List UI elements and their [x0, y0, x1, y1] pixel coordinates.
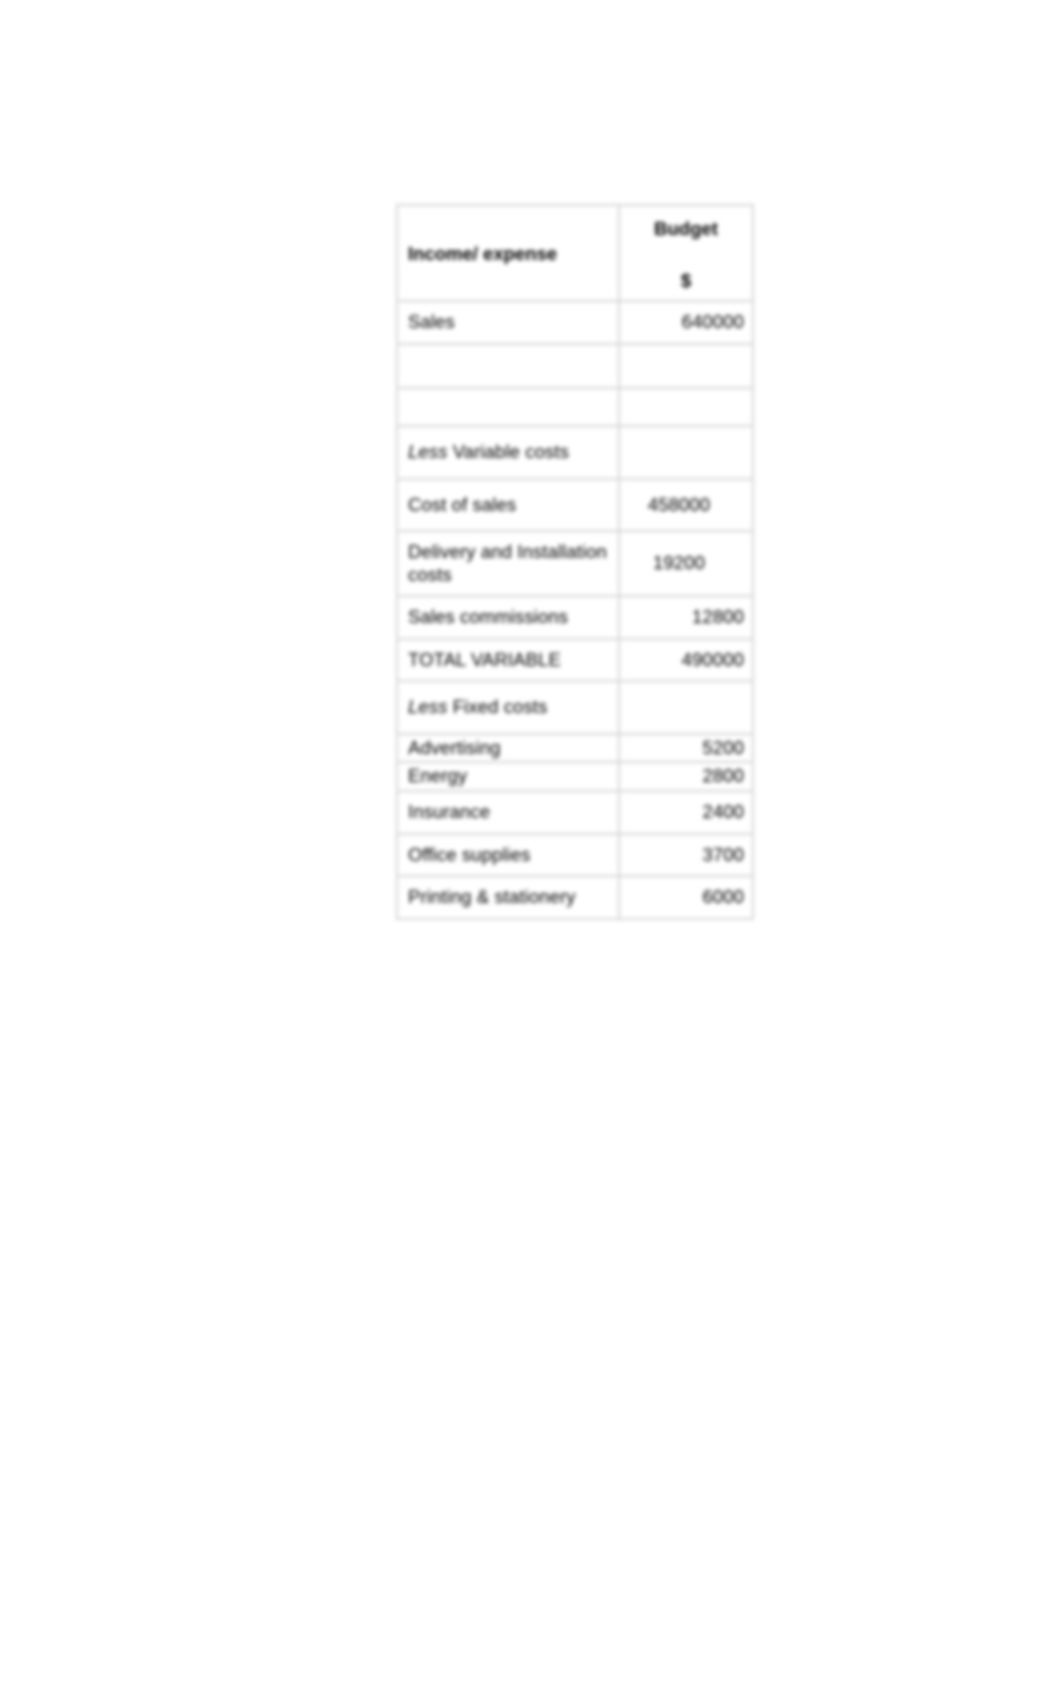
row-label-text: Printing & stationery	[408, 886, 576, 908]
row-value-text	[620, 404, 752, 410]
row-label-text: Energy	[408, 765, 468, 787]
row-value-cell: 640000	[618, 300, 754, 345]
table-row: Office supplies 3700	[396, 832, 754, 878]
row-value-cell	[618, 342, 754, 389]
budget-table-head: Income/ expense Budget $	[396, 203, 754, 303]
row-value-cell: 19200	[618, 530, 754, 598]
row-label-text: TOTAL VARIABLE	[408, 648, 561, 670]
row-value-text: 19200	[653, 552, 705, 574]
row-label-text: Office supplies	[408, 843, 531, 865]
row-value-text: 2800	[702, 765, 744, 787]
row-label-cell: Sales commissions	[396, 595, 620, 640]
row-label-text: Less Variable costs	[398, 427, 618, 478]
table-row: Sales 640000	[396, 300, 754, 345]
header-budget-group: Budget $	[620, 206, 752, 300]
row-value-cell: 3700	[618, 832, 754, 878]
row-label-text: Cost of sales	[408, 493, 517, 515]
row-label-cell	[396, 342, 620, 389]
row-label-text: Less Fixed costs	[398, 682, 618, 733]
row-value-cell: 2400	[618, 790, 754, 835]
row-label-main: Fixed costs	[452, 696, 548, 718]
row-label-cell: Sales	[396, 300, 620, 345]
row-value-cell	[618, 680, 754, 735]
row-label-lead-italic: Less	[408, 696, 448, 718]
row-label-text: Advertising	[408, 736, 501, 758]
row-label-cell: Printing & stationery	[396, 875, 620, 920]
budget-table: Income/ expense Budget $ Sales 640000 Less…	[396, 203, 754, 920]
table-row: Energy 2800	[396, 761, 754, 792]
row-value-text: 640000	[681, 311, 744, 333]
row-label-cell	[396, 386, 620, 427]
row-value-text: 5200	[702, 736, 744, 758]
table-row: Delivery and Installation costs 19200	[396, 530, 754, 598]
row-value-text: 3700	[702, 843, 744, 865]
row-label-cell: Energy	[396, 761, 620, 792]
table-row: Advertising 5200	[396, 732, 754, 764]
row-value-cell: 12800	[618, 595, 754, 640]
row-label-text: Sales commissions	[408, 606, 569, 628]
row-label-cell: TOTAL VARIABLE	[396, 637, 620, 683]
row-label-cell: Delivery and Installation costs	[396, 530, 620, 598]
row-label-text	[398, 363, 618, 369]
row-label-text: Insurance	[408, 801, 491, 822]
row-label-text: Sales	[408, 311, 455, 333]
table-row: Insurance 2400	[396, 790, 754, 835]
row-value-cell	[618, 424, 754, 480]
table-row	[396, 386, 754, 427]
table-row: Cost of sales 458000	[396, 477, 754, 533]
row-label-lead-italic: Less	[408, 440, 448, 462]
header-cell-income-expense: Income/ expense	[396, 203, 620, 303]
row-value-text: 490000	[681, 648, 744, 670]
row-value-text: 6000	[702, 886, 744, 908]
row-label-cell: Office supplies	[396, 832, 620, 878]
header-label-currency-unit: $	[680, 270, 692, 292]
row-label-cell: Advertising	[396, 732, 620, 764]
row-value-text	[620, 363, 752, 369]
row-value-cell: 2800	[618, 761, 754, 792]
row-value-cell: 490000	[618, 637, 754, 683]
table-header-row: Income/ expense Budget $	[396, 203, 754, 303]
row-value-text: 12800	[692, 606, 744, 628]
document-page: Income/ expense Budget $ Sales 640000 Less…	[0, 0, 1062, 1686]
row-label-cell: Insurance	[396, 790, 620, 835]
row-label-main: Variable costs	[452, 440, 569, 462]
budget-table-body: Sales 640000 Less Variable costs Cost of sa…	[396, 300, 754, 920]
row-value-cell	[618, 386, 754, 427]
row-value-cell: 5200	[618, 732, 754, 764]
row-value-text: 458000	[647, 493, 711, 515]
table-row: Sales commissions 12800	[396, 595, 754, 640]
table-row: Less Fixed costs	[396, 680, 754, 735]
header-label-budget: Budget	[654, 218, 718, 239]
row-label-text: Delivery and Installation costs	[408, 541, 607, 585]
row-label-cell: Cost of sales	[396, 477, 620, 533]
row-label-cell: Less Fixed costs	[396, 680, 620, 735]
row-label-cell: Less Variable costs	[396, 424, 620, 480]
table-row	[396, 342, 754, 389]
budget-table-container: Income/ expense Budget $ Sales 640000 Less…	[396, 203, 754, 920]
header-label-income-expense: Income/ expense	[408, 243, 558, 265]
row-value-text: 2400	[702, 801, 744, 822]
row-label-text	[398, 404, 618, 410]
table-row: TOTAL VARIABLE 490000	[396, 637, 754, 683]
row-value-cell: 458000	[618, 477, 754, 533]
header-cell-budget: Budget $	[618, 203, 754, 303]
row-value-text	[620, 694, 752, 722]
table-row: Printing & stationery 6000	[396, 875, 754, 920]
table-row: Less Variable costs	[396, 424, 754, 480]
row-value-cell: 6000	[618, 875, 754, 920]
row-value-text	[620, 438, 752, 466]
